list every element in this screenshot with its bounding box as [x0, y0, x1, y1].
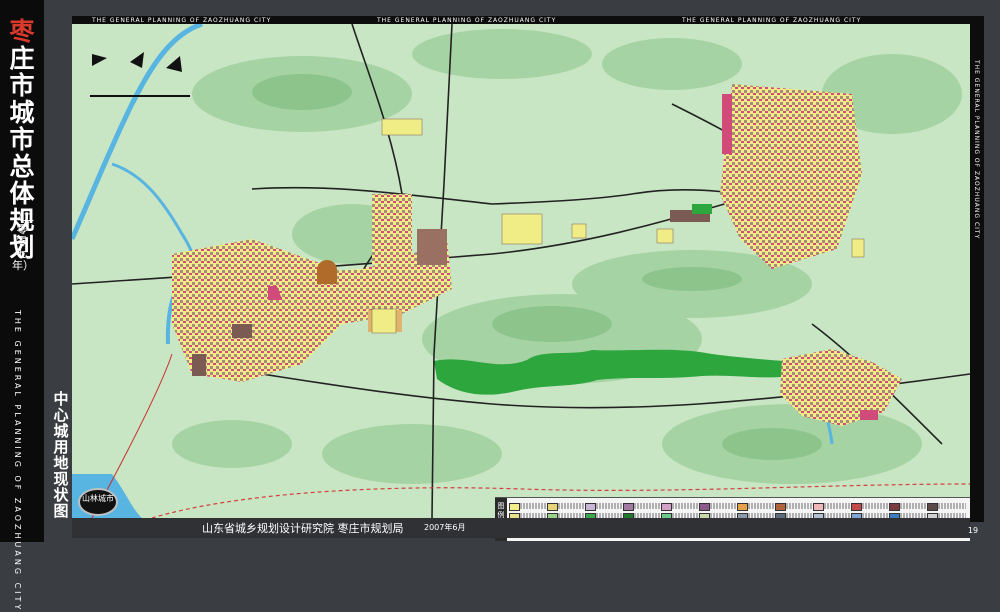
publish-date: 2007年6月 — [424, 523, 466, 532]
vertical-english-title: THE GENERAL PLANNING OF ZAOZHUANG CITY — [13, 310, 22, 612]
legend-swatch — [737, 503, 748, 511]
legend-item — [585, 502, 624, 511]
page-number: 19 — [967, 526, 979, 535]
legend-item — [889, 502, 928, 511]
legend-item — [661, 502, 700, 511]
legend-label-placeholder — [938, 503, 966, 509]
institute-credit: 山东省城乡规划设计研究院 枣庄市规划局 — [202, 522, 404, 535]
legend-item — [813, 502, 852, 511]
legend-label-placeholder — [596, 503, 624, 509]
legend-label-placeholder — [558, 503, 586, 509]
right-banner-text: THE GENERAL PLANNING OF ZAOZHUANG CITY — [973, 60, 980, 240]
mountain-city-badge: 山林城市 — [78, 488, 118, 516]
map-subtitle: 中心城用地现状图 — [53, 390, 69, 520]
legend-label-placeholder — [710, 503, 738, 509]
legend-item — [699, 502, 738, 511]
legend-label-placeholder — [520, 503, 548, 509]
footer-bar: 山东省城乡规划设计研究院 枣庄市规划局 2007年6月 — [72, 518, 970, 538]
legend-label-placeholder — [862, 503, 890, 509]
legend-swatch — [509, 503, 520, 511]
legend-swatch — [851, 503, 862, 511]
legend-swatch — [699, 503, 710, 511]
legend-label-placeholder — [824, 503, 852, 509]
title-accent-char: 枣 — [9, 17, 35, 46]
legend-item — [623, 502, 662, 511]
legend-item — [547, 502, 586, 511]
legend-item — [927, 502, 966, 511]
land-use-map[interactable] — [72, 24, 970, 518]
legend-label-placeholder — [900, 503, 928, 509]
legend-swatch — [927, 503, 938, 511]
legend-label-placeholder — [748, 503, 776, 509]
legend-swatch — [775, 503, 786, 511]
plan-year: （二零零七年） — [12, 211, 34, 272]
legend-item — [775, 502, 814, 511]
legend-label-placeholder — [634, 503, 662, 509]
map-sheet: 枣庄市城市总体规划 （二零零七年） THE GENERAL PLANNING O… — [0, 0, 1000, 612]
legend-label-placeholder — [786, 503, 814, 509]
east-city — [670, 84, 862, 269]
legend-swatch — [585, 503, 596, 511]
legend-swatch — [623, 503, 634, 511]
legend-item — [509, 502, 548, 511]
legend-swatch — [889, 503, 900, 511]
map-canvas — [72, 24, 970, 518]
legend-item — [851, 502, 890, 511]
legend-swatch — [813, 503, 824, 511]
legend-swatch — [547, 503, 558, 511]
legend-swatch — [661, 503, 672, 511]
legend-label-placeholder — [672, 503, 700, 509]
legend-item — [737, 502, 776, 511]
